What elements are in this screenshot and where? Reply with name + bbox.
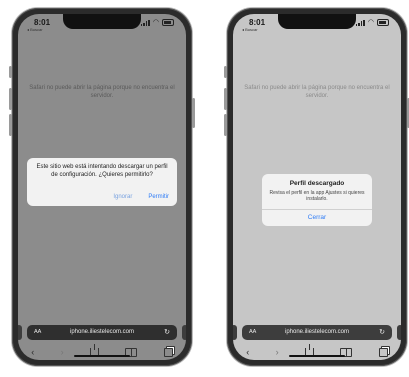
tabs-icon[interactable] — [378, 347, 388, 357]
volume-down-button — [9, 114, 12, 136]
next-tab-peek[interactable] — [397, 325, 401, 340]
alert-actions: Ignorar Permitir — [113, 194, 169, 200]
address-bar[interactable]: AA iphone.iliestelecom.com ↻ — [242, 325, 392, 340]
status-time: 8:01 — [34, 18, 51, 27]
signal-icon — [355, 19, 365, 26]
error-message: Safari no puede abrir la página porque n… — [29, 85, 175, 99]
alert-divider — [262, 209, 372, 210]
home-indicator[interactable] — [74, 355, 130, 357]
back-to-app-link[interactable]: ◂ Buscar — [27, 27, 43, 32]
volume-up-button — [224, 88, 227, 110]
alert-message: Este sitio web está intentando descargar… — [36, 164, 168, 178]
volume-up-button — [9, 88, 12, 110]
status-bar: 8:01 ◂ Buscar ◠ — [233, 14, 401, 34]
previous-tab-peek[interactable] — [18, 325, 22, 340]
status-icons: ◠ — [140, 18, 174, 26]
battery-icon — [162, 19, 174, 26]
alert-title: Perfil descargado — [289, 180, 345, 187]
safari-toolbar: ‹ › — [233, 344, 401, 360]
notch — [278, 14, 356, 29]
signal-icon — [140, 19, 150, 26]
previous-tab-peek[interactable] — [233, 325, 237, 340]
wifi-icon: ◠ — [367, 18, 374, 26]
ignore-button[interactable]: Ignorar — [113, 194, 132, 200]
back-to-app-link[interactable]: ◂ Buscar — [242, 27, 258, 32]
reload-icon[interactable]: ↻ — [379, 328, 385, 336]
power-button — [192, 98, 195, 128]
notch — [63, 14, 141, 29]
home-indicator[interactable] — [289, 355, 345, 357]
allow-button[interactable]: Permitir — [148, 194, 169, 200]
back-icon[interactable]: ‹ — [31, 347, 34, 357]
phone-right: 8:01 ◂ Buscar ◠ Safari no puede abrir la… — [224, 8, 409, 366]
battery-icon — [377, 19, 389, 26]
status-time: 8:01 — [249, 18, 266, 27]
tabs-icon[interactable] — [163, 347, 173, 357]
close-button[interactable]: Cerrar — [262, 214, 372, 221]
url-text[interactable]: iphone.iliestelecom.com — [27, 329, 177, 335]
reload-icon[interactable]: ↻ — [164, 328, 170, 336]
next-tab-peek[interactable] — [182, 325, 186, 340]
volume-down-button — [224, 114, 227, 136]
alert-subtitle: Revisa el perfil en la app Ajustes si qu… — [269, 190, 365, 202]
address-bar[interactable]: AA iphone.iliestelecom.com ↻ — [27, 325, 177, 340]
status-bar: 8:01 ◂ Buscar ◠ — [18, 14, 186, 34]
download-profile-alert: Este sitio web está intentando descargar… — [27, 158, 177, 206]
safari-toolbar: ‹ › — [18, 344, 186, 360]
screen-right: 8:01 ◂ Buscar ◠ Safari no puede abrir la… — [233, 14, 401, 360]
phone-left: 8:01 ◂ Buscar ◠ Safari no puede abrir la… — [9, 8, 195, 366]
url-text[interactable]: iphone.iliestelecom.com — [242, 329, 392, 335]
back-icon[interactable]: ‹ — [246, 347, 249, 357]
forward-icon[interactable]: › — [276, 347, 279, 357]
wifi-icon: ◠ — [152, 18, 159, 26]
error-message: Safari no puede abrir la página porque n… — [244, 85, 390, 99]
screen-left: 8:01 ◂ Buscar ◠ Safari no puede abrir la… — [18, 14, 186, 360]
mute-switch — [224, 66, 227, 78]
forward-icon[interactable]: › — [61, 347, 64, 357]
profile-downloaded-alert: Perfil descargado Revisa el perfil en la… — [262, 174, 372, 226]
status-icons: ◠ — [355, 18, 389, 26]
mute-switch — [9, 66, 12, 78]
